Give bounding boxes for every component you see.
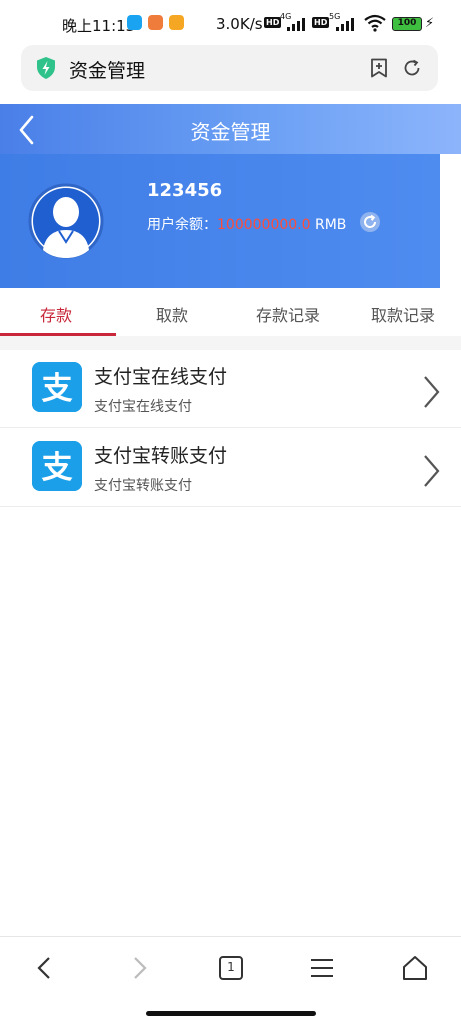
balance-row: 用户余额：100000000.0 RMB <box>147 214 346 234</box>
reload-icon[interactable] <box>402 58 422 78</box>
back-icon[interactable] <box>30 953 60 983</box>
alipay-logo-char: 支 <box>42 371 73 407</box>
avatar <box>28 183 104 259</box>
app-notification-icon <box>127 15 142 30</box>
alipay-icon: 支 <box>32 362 82 412</box>
balance-label: 用户余额： <box>147 217 217 233</box>
status-time: 晚上11:13 <box>62 17 136 35</box>
divider <box>0 336 461 350</box>
tab-bar: 存款 取款 存款记录 取款记录 <box>0 288 461 336</box>
payment-title: 支付宝转账支付 <box>94 445 228 467</box>
home-indicator[interactable] <box>146 1011 316 1016</box>
browser-bottom-nav: 1 <box>0 936 461 1024</box>
hd-badge: HD <box>312 17 330 28</box>
chevron-right-icon <box>424 455 440 487</box>
browser-page-title: 资金管理 <box>69 60 146 82</box>
app-header: 资金管理 <box>0 104 461 154</box>
tabs-icon[interactable]: 1 <box>216 953 246 983</box>
battery-icon: 100 <box>392 17 422 31</box>
wifi-icon <box>364 14 386 32</box>
page-title: 资金管理 <box>190 120 271 144</box>
charging-icon: ⚡ <box>425 16 435 31</box>
home-icon[interactable] <box>400 953 430 983</box>
balance-currency: RMB <box>314 217 347 233</box>
payment-subtitle: 支付宝在线支付 <box>94 399 192 415</box>
payment-title: 支付宝在线支付 <box>94 366 228 388</box>
signal-icon <box>336 18 354 31</box>
tab-deposit-records[interactable]: 存款记录 <box>256 302 320 326</box>
balance-value: 100000000.0 <box>217 217 311 233</box>
signal-icon <box>287 18 305 31</box>
tab-count: 1 <box>227 960 235 974</box>
forward-icon[interactable] <box>124 953 154 983</box>
payment-option-alipay-online[interactable]: 支 支付宝在线支付 支付宝在线支付 <box>0 350 461 428</box>
tab-withdraw-records[interactable]: 取款记录 <box>371 302 435 326</box>
app-notification-icon <box>148 15 163 30</box>
tab-withdraw[interactable]: 取款 <box>156 302 188 326</box>
hd-badge: HD <box>264 17 282 28</box>
payment-option-alipay-transfer[interactable]: 支 支付宝转账支付 支付宝转账支付 <box>0 429 461 507</box>
browser-address-bar[interactable]: 资金管理 <box>21 45 438 91</box>
refresh-icon[interactable] <box>359 211 381 233</box>
payment-subtitle: 支付宝转账支付 <box>94 478 192 494</box>
status-bar: 晚上11:13 3.0K/s HD 4G HD 5G 100 ⚡ <box>0 0 461 46</box>
user-id: 123456 <box>147 180 223 201</box>
menu-icon[interactable] <box>307 953 337 983</box>
bookmark-add-icon[interactable] <box>369 58 389 78</box>
profile-panel: 123456 用户余额：100000000.0 RMB <box>0 154 440 288</box>
tab-deposit[interactable]: 存款 <box>40 302 72 326</box>
app-notification-icon <box>169 15 184 30</box>
network-speed: 3.0K/s <box>216 15 263 33</box>
alipay-logo-char: 支 <box>42 450 73 486</box>
chevron-right-icon <box>424 376 440 408</box>
shield-icon <box>37 57 55 79</box>
alipay-icon: 支 <box>32 441 82 491</box>
